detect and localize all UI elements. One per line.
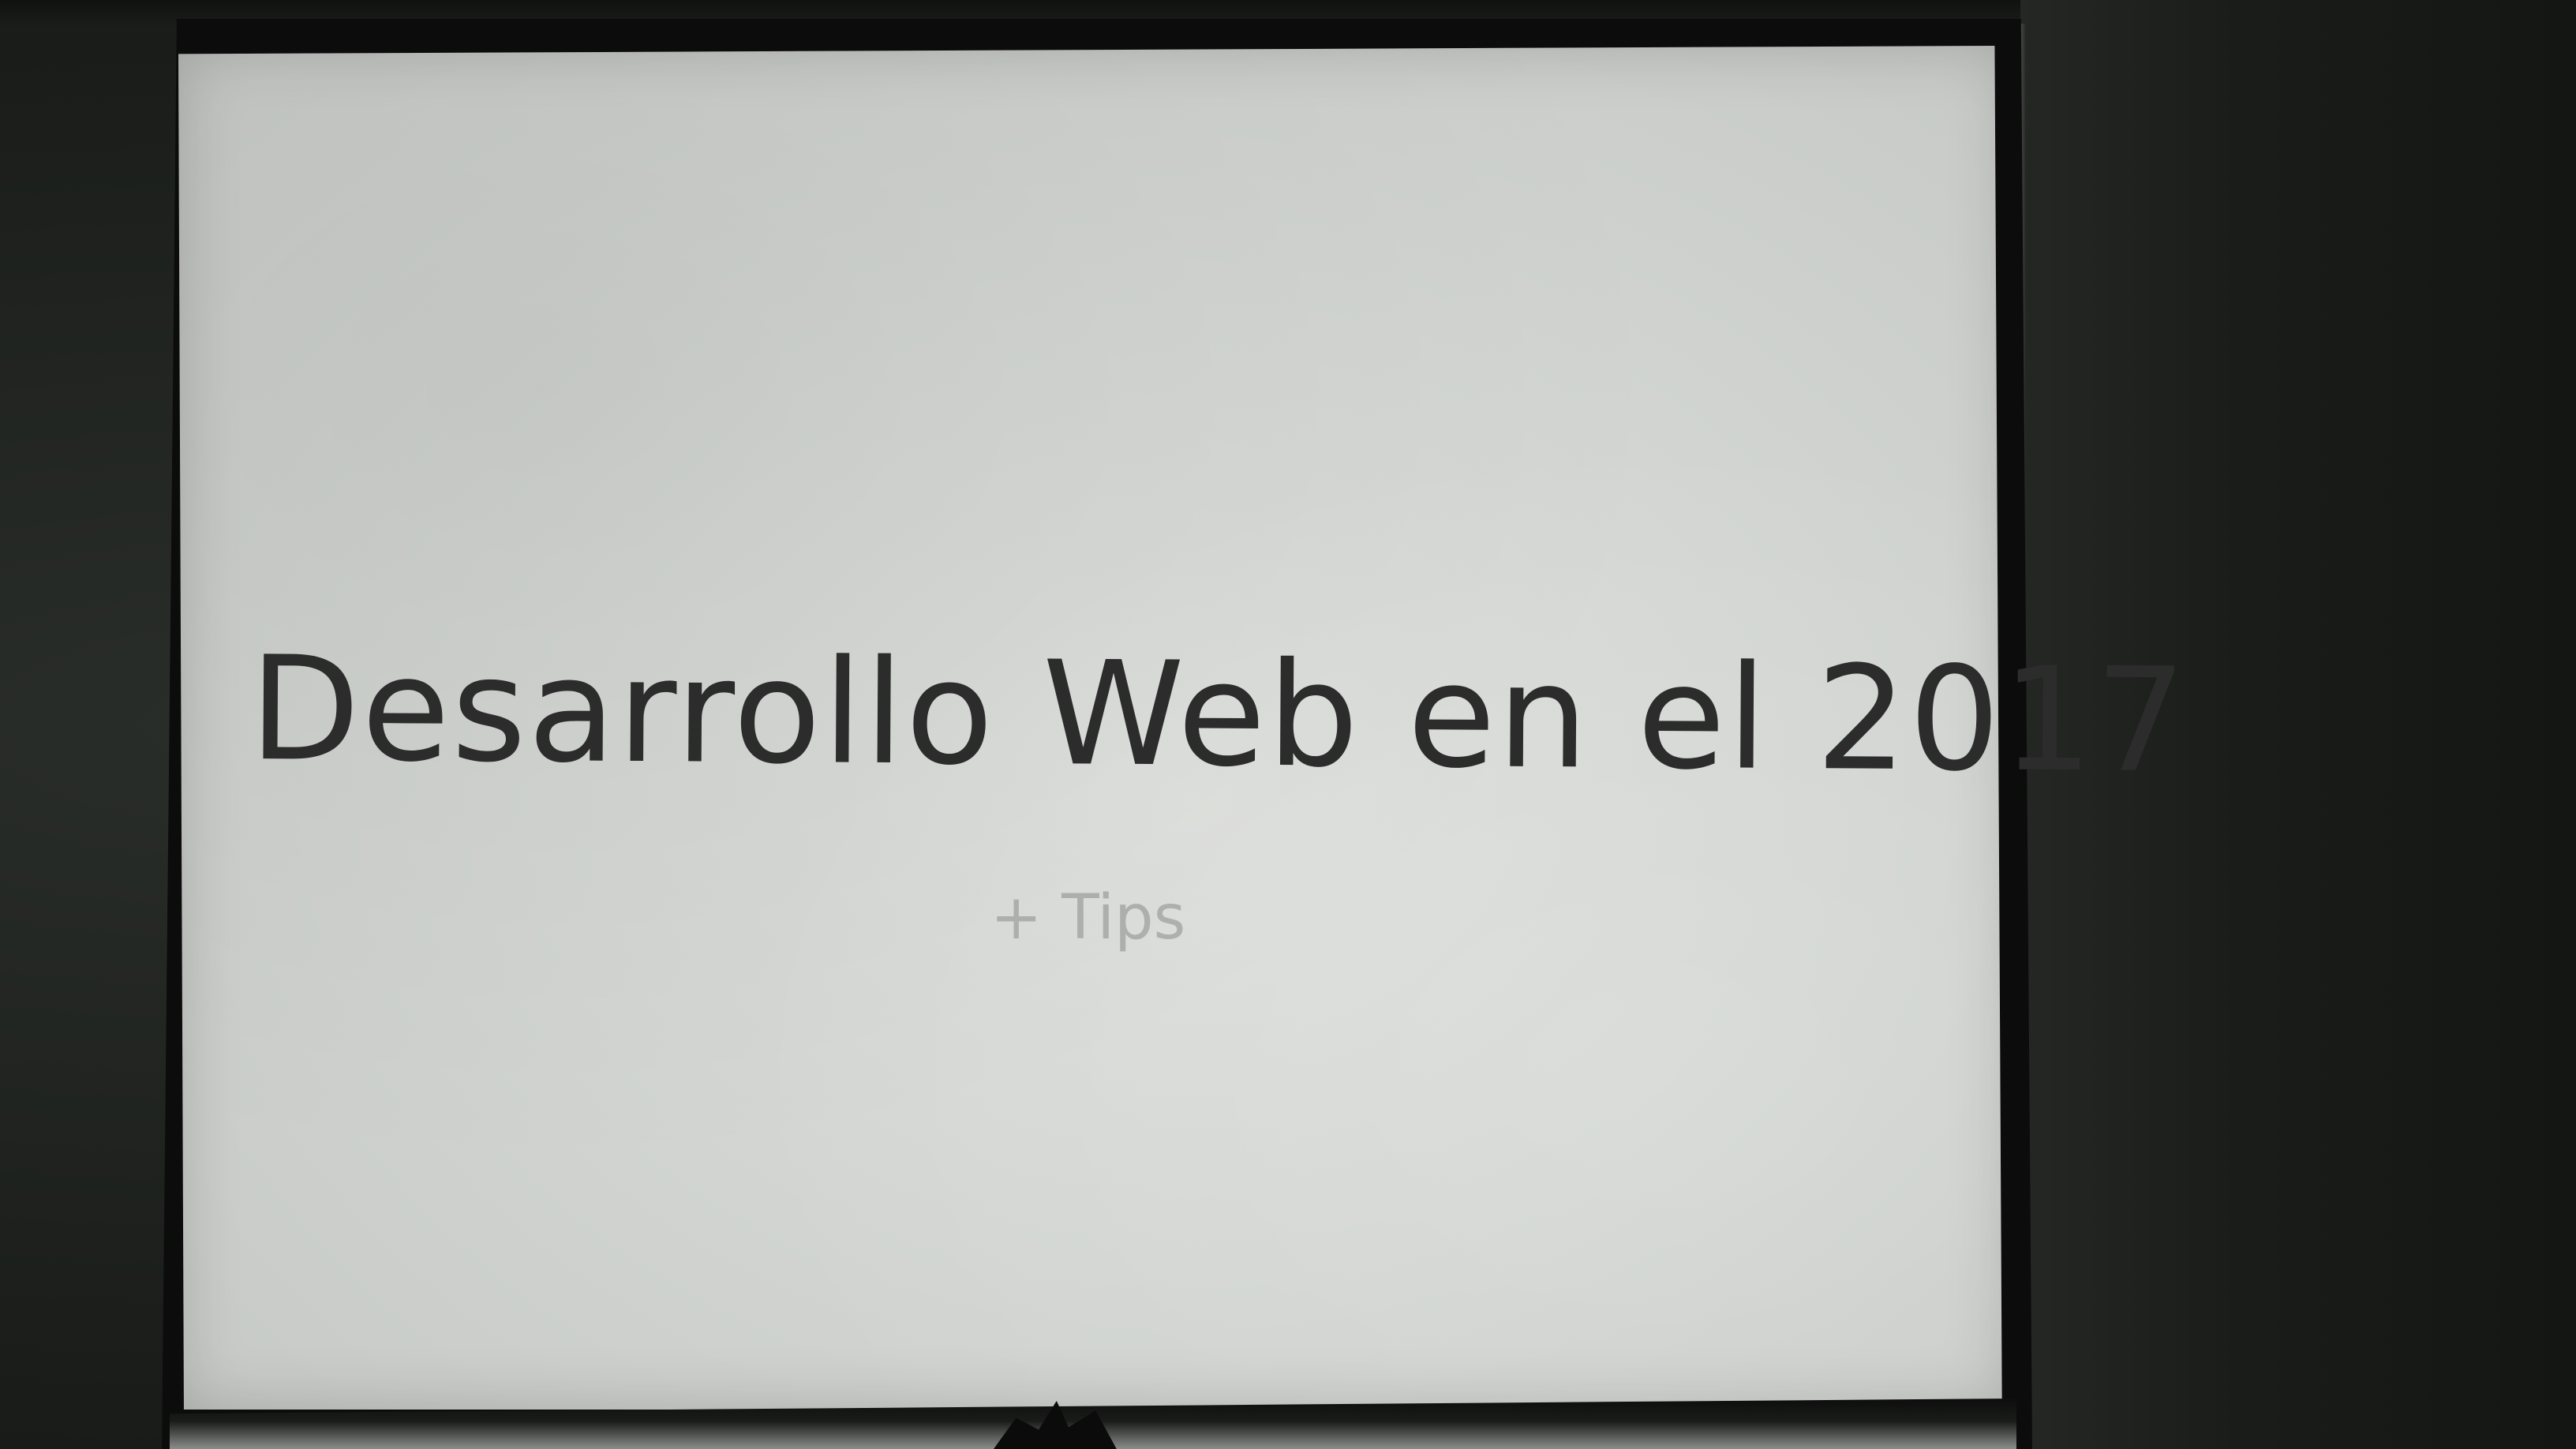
slide-title: Desarrollo Web en el 2017 bbox=[249, 625, 2188, 805]
photo-scene: Desarrollo Web en el 2017 + Tips bbox=[0, 0, 2576, 1449]
slide-subtitle: + Tips bbox=[990, 882, 1186, 953]
